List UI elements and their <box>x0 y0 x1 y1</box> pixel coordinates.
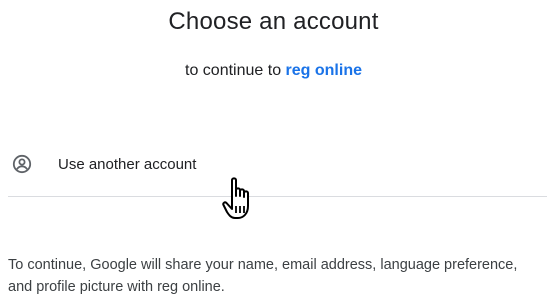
account-chooser-page: Choose an account to continue to reg onl… <box>0 0 547 300</box>
data-sharing-notice: To continue, Google will share your name… <box>8 257 518 295</box>
divider <box>8 196 547 197</box>
use-another-account-label: Use another account <box>58 156 197 173</box>
page-subtitle: to continue to reg online <box>0 62 547 80</box>
use-another-account-button[interactable]: Use another account <box>0 142 547 194</box>
account-circle-icon <box>12 154 32 174</box>
subtitle-prefix: to continue to <box>185 62 286 79</box>
app-name-link[interactable]: reg online <box>286 62 362 79</box>
page-title: Choose an account <box>168 8 379 35</box>
